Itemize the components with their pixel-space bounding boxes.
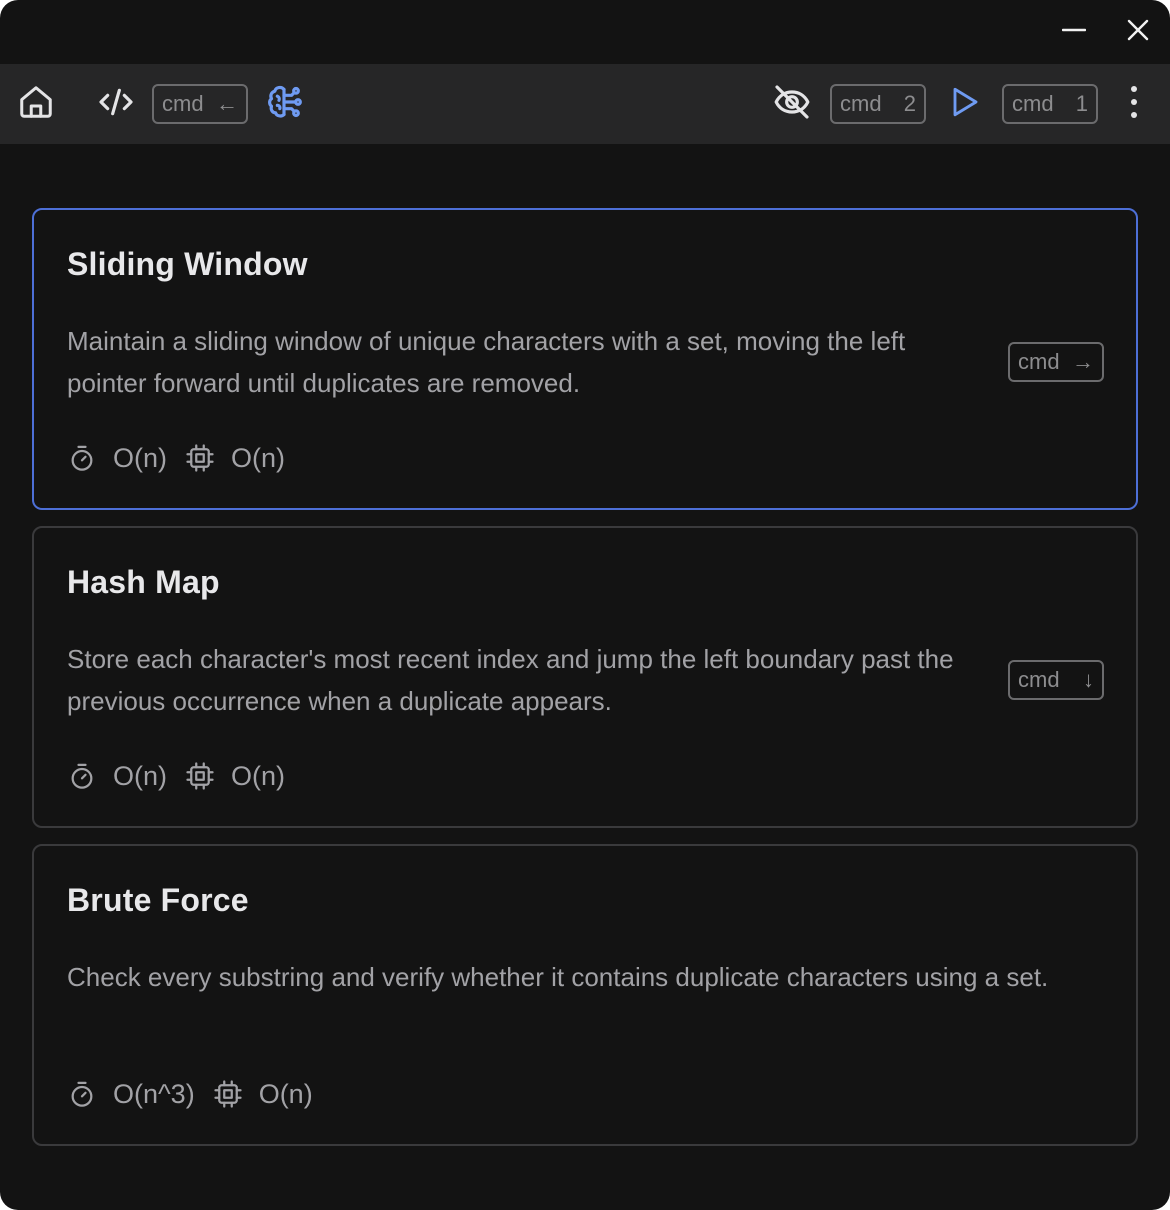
cpu-icon — [213, 1079, 243, 1109]
minimize-button[interactable] — [1056, 14, 1092, 50]
shortcut-key: 2 — [903, 91, 916, 116]
eye-off-icon — [772, 82, 812, 127]
shortcut-key: ↓ — [1083, 667, 1094, 692]
time-complexity: O(n) — [113, 760, 167, 791]
time-complexity: O(n^3) — [113, 1078, 195, 1109]
approach-title: Sliding Window — [67, 246, 308, 282]
space-complexity: O(n) — [231, 760, 285, 791]
approach-card-brute-force[interactable]: Brute Force Check every substring and ve… — [32, 844, 1138, 1146]
home-icon — [17, 83, 55, 126]
hide-shortcut-badge: cmd 2 — [830, 84, 926, 124]
shortcut-modifier: cmd — [1012, 91, 1054, 116]
approach-title: Hash Map — [67, 564, 220, 600]
home-button[interactable] — [16, 84, 56, 124]
shortcut-key: → — [1072, 349, 1094, 374]
play-icon — [946, 84, 982, 125]
hide-button[interactable] — [772, 84, 812, 124]
run-shortcut-badge: cmd 1 — [1002, 84, 1098, 124]
approach-card-sliding-window[interactable]: Sliding Window Maintain a sliding window… — [32, 208, 1138, 510]
brain-button[interactable] — [264, 84, 304, 124]
stopwatch-icon — [67, 1079, 97, 1109]
cpu-icon — [185, 761, 215, 791]
code-icon — [96, 82, 136, 127]
stopwatch-icon — [67, 443, 97, 473]
brain-icon — [264, 82, 304, 127]
cpu-icon — [185, 443, 215, 473]
shortcut-modifier: cmd — [1018, 349, 1060, 374]
shortcut-key: ← — [216, 91, 238, 116]
space-complexity: O(n) — [258, 1078, 313, 1109]
approach-description: Check every substring and verify whether… — [67, 962, 1049, 992]
time-complexity: O(n) — [113, 442, 167, 473]
space-complexity: O(n) — [231, 442, 285, 473]
shortcut-modifier: cmd — [162, 91, 204, 116]
minimize-icon — [1061, 18, 1087, 47]
shortcut-key: 1 — [1075, 91, 1088, 116]
close-icon — [1127, 19, 1149, 46]
approach-shortcut-badge: cmd → — [1008, 342, 1104, 382]
close-button[interactable] — [1120, 14, 1156, 50]
approach-description: Store each character's most recent index… — [67, 644, 954, 716]
code-shortcut-badge: cmd ← — [152, 84, 248, 124]
app-window: cmd ← cmd 2 cmd 1 Sliding Window Maintai… — [0, 0, 1170, 1210]
more-vertical-icon — [1128, 84, 1140, 125]
approach-shortcut-badge: cmd ↓ — [1008, 660, 1104, 700]
shortcut-modifier: cmd — [1018, 667, 1060, 692]
shortcut-modifier: cmd — [840, 91, 882, 116]
stopwatch-icon — [67, 761, 97, 791]
approach-title: Brute Force — [67, 882, 249, 918]
approach-description: Maintain a sliding window of unique char… — [67, 326, 906, 398]
code-button[interactable] — [96, 84, 136, 124]
complexity-row: O(n^3) O(n) — [67, 1074, 313, 1114]
run-button[interactable] — [944, 84, 984, 124]
toolbar: cmd ← cmd 2 cmd 1 — [0, 64, 1170, 144]
title-bar — [0, 0, 1170, 64]
approach-card-hash-map[interactable]: Hash Map Store each character's most rec… — [32, 526, 1138, 828]
complexity-row: O(n) O(n) — [67, 438, 285, 478]
more-options-button[interactable] — [1114, 84, 1154, 124]
complexity-row: O(n) O(n) — [67, 756, 285, 796]
